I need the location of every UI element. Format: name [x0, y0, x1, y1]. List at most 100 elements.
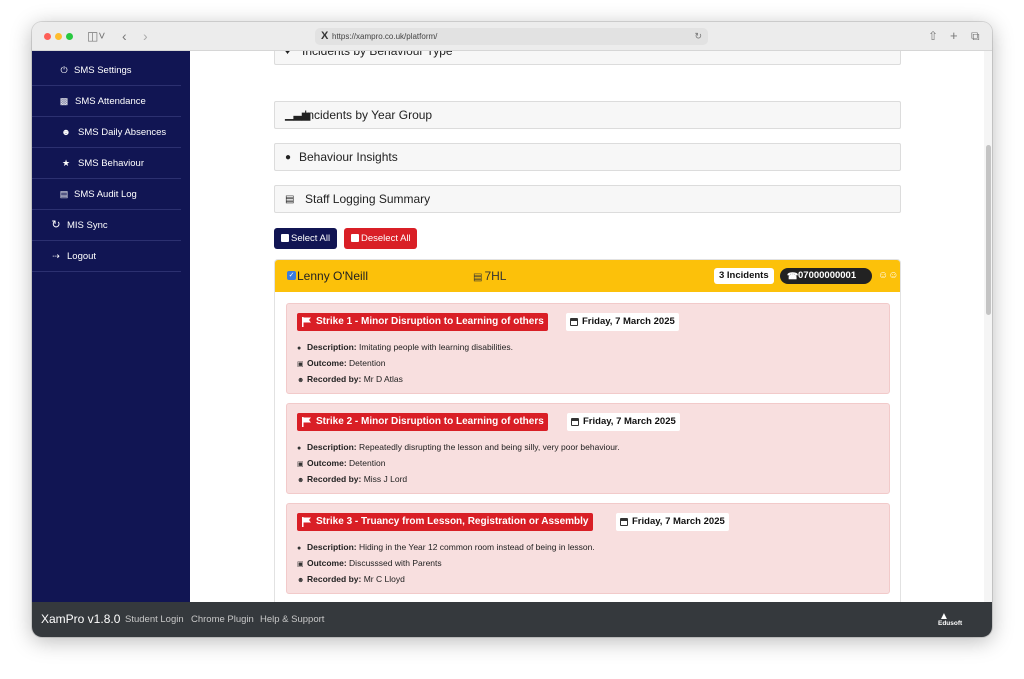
sidebar-item-label: Logout — [67, 251, 97, 262]
sidebar-toggle-icon[interactable]: ◫˅ — [87, 28, 105, 44]
outcome-label: Outcome: — [307, 458, 347, 468]
accordion-behaviour-insights[interactable]: ● Behaviour Insights — [274, 143, 901, 171]
check-square-icon: ▣ — [297, 461, 304, 468]
logout-icon: ⇢ — [52, 251, 60, 261]
plug-icon: ⏻ — [60, 65, 68, 75]
sidebar-item-label: SMS Settings — [74, 65, 132, 76]
checkbox-empty-icon — [351, 234, 359, 242]
page-scrollbar[interactable] — [984, 51, 992, 602]
users-icon: ★ — [61, 158, 71, 168]
sidebar-item-label: MIS Sync — [67, 220, 108, 231]
description-label: Description: — [307, 342, 357, 352]
calendar-icon — [620, 518, 628, 526]
footer-link-help-support[interactable]: Help & Support — [260, 602, 324, 637]
footer-link-student-login[interactable]: Student Login — [125, 602, 184, 637]
incident-title-badge: Strike 1 - Minor Disruption to Learning … — [297, 313, 548, 331]
student-checkbox[interactable]: ✓ — [287, 271, 296, 280]
sidebar-item-logout[interactable]: ⇢ Logout — [32, 241, 181, 272]
student-form-group: ▤ 7HL — [473, 260, 506, 294]
footer: XamPro v1.8.0 Student Login Chrome Plugi… — [32, 602, 992, 637]
back-icon[interactable]: ‹ — [122, 28, 127, 44]
sync-icon: ↻ — [51, 219, 61, 231]
incident-recorder-row: ☻ Recorded by: Mr D Atlas — [297, 373, 403, 387]
select-all-button[interactable]: Select All — [274, 228, 337, 249]
sidebar-item-sms-settings[interactable]: ⏻ SMS Settings — [32, 55, 181, 86]
outcome-text: Discusssed with Parents — [349, 558, 442, 568]
sidebar-item-sms-behaviour[interactable]: ★ SMS Behaviour — [32, 148, 181, 179]
flag-icon — [302, 517, 311, 527]
sidebar: ⏻ SMS Settings ▩ SMS Attendance ☻ SMS Da… — [32, 51, 190, 602]
footer-brand: XamPro v1.8.0 — [41, 612, 121, 626]
incident-item: Strike 2 - Minor Disruption to Learning … — [286, 403, 890, 494]
teacher-icon: ▤ — [285, 194, 295, 205]
incident-recorder-row: ☻ Recorded by: Mr C Lloyd — [297, 573, 405, 587]
teacher-icon: ▤ — [473, 272, 483, 283]
sidebar-item-sms-audit-log[interactable]: ▤ SMS Audit Log — [32, 179, 181, 210]
flag-icon — [302, 417, 311, 427]
form-label: 7HL — [484, 269, 507, 283]
lightbulb-icon: ● — [285, 152, 292, 163]
incident-outcome-row: ▣ Outcome: Detention — [297, 457, 385, 471]
accordion-incidents-by-behaviour-type[interactable]: ♦ Incidents by Behaviour Type — [274, 51, 901, 65]
user-icon: ☻ — [297, 577, 305, 584]
user-x-icon: ☻ — [61, 127, 71, 137]
incident-title-badge: Strike 2 - Minor Disruption to Learning … — [297, 413, 548, 431]
select-all-label: Select All — [291, 233, 331, 244]
recorded-by-label: Recorded by: — [307, 574, 362, 584]
recorded-by-label: Recorded by: — [307, 474, 362, 484]
reload-icon[interactable]: ↻ — [694, 28, 702, 45]
recorded-by-text: Mr C Lloyd — [363, 574, 405, 584]
new-tab-icon[interactable]: + — [950, 28, 958, 44]
calendar-icon — [571, 418, 579, 426]
accordion-incidents-by-year-group[interactable]: ▁▃▅ Incidents by Year Group — [274, 101, 901, 129]
outcome-label: Outcome: — [307, 358, 347, 368]
recorded-by-label: Recorded by: — [307, 374, 362, 384]
close-window-button[interactable] — [44, 33, 51, 40]
comment-icon: ● — [297, 445, 302, 452]
recorded-by-text: Mr D Atlas — [363, 374, 403, 384]
scrollbar-thumb[interactable] — [986, 145, 991, 315]
deselect-all-button[interactable]: Deselect All — [344, 228, 417, 249]
incident-item: Strike 3 - Truancy from Lesson, Registra… — [286, 503, 890, 594]
outcome-text: Detention — [349, 458, 386, 468]
minimize-window-button[interactable] — [55, 33, 62, 40]
incident-outcome-row: ▣ Outcome: Discusssed with Parents — [297, 557, 442, 571]
outcome-label: Outcome: — [307, 558, 347, 568]
tab-overview-icon[interactable]: ⧉ — [971, 28, 980, 44]
phone-badge[interactable]: ☎ 07000000001 — [780, 268, 872, 284]
sidebar-item-sms-attendance[interactable]: ▩ SMS Attendance — [32, 86, 181, 117]
accordion-staff-logging-summary[interactable]: ▤ Staff Logging Summary — [274, 185, 901, 213]
student-name: Lenny O'Neill — [297, 269, 368, 283]
main-content: ♦ Incidents by Behaviour Type ▁▃▅ Incide… — [190, 51, 984, 602]
zoom-window-button[interactable] — [66, 33, 73, 40]
incident-description-row: ● Description: Hiding in the Year 12 comm… — [297, 541, 595, 555]
sidebar-item-sms-daily-absences[interactable]: ☻ SMS Daily Absences — [32, 117, 181, 148]
contacts-icon[interactable]: ☺☺ — [878, 260, 898, 292]
incident-date: Friday, 7 March 2025 — [583, 416, 676, 427]
footer-link-chrome-plugin[interactable]: Chrome Plugin — [191, 602, 254, 637]
edusoft-logo: ▲ Edusoft — [936, 610, 966, 630]
incident-count-badge: 3 Incidents — [714, 268, 774, 284]
student-incident-card: ✓ Lenny O'Neill ▤ 7HL 3 Incidents ☎ 07000… — [274, 259, 901, 602]
incident-date: Friday, 7 March 2025 — [632, 516, 725, 527]
recorded-by-text: Miss J Lord — [363, 474, 408, 484]
accordion-label: Staff Logging Summary — [305, 192, 431, 206]
description-label: Description: — [307, 542, 357, 552]
address-text[interactable]: https://xampro.co.uk/platform/ — [332, 28, 437, 45]
forward-icon[interactable]: › — [143, 28, 148, 44]
browser-titlebar: ◫˅ ‹ › X https://xampro.co.uk/platform/ … — [32, 22, 992, 51]
flag-icon — [302, 317, 311, 327]
sidebar-item-mis-sync[interactable]: ↻ MIS Sync — [32, 210, 181, 241]
address-bar[interactable]: X https://xampro.co.uk/platform/ ↻ — [315, 28, 708, 45]
calendar-check-icon: ▩ — [59, 96, 69, 106]
tag-icon: ♦ — [285, 51, 291, 57]
comment-icon: ● — [297, 545, 302, 552]
incident-date-badge: Friday, 7 March 2025 — [616, 513, 729, 531]
incident-date: Friday, 7 March 2025 — [582, 316, 675, 327]
share-icon[interactable]: ⇧ — [928, 28, 938, 44]
check-square-icon: ▣ — [297, 561, 304, 568]
sidebar-item-label: SMS Audit Log — [74, 189, 137, 200]
site-favicon-icon: X — [321, 30, 329, 42]
outcome-text: Detention — [349, 358, 386, 368]
incident-title: Strike 2 - Minor Disruption to Learning … — [316, 416, 544, 427]
